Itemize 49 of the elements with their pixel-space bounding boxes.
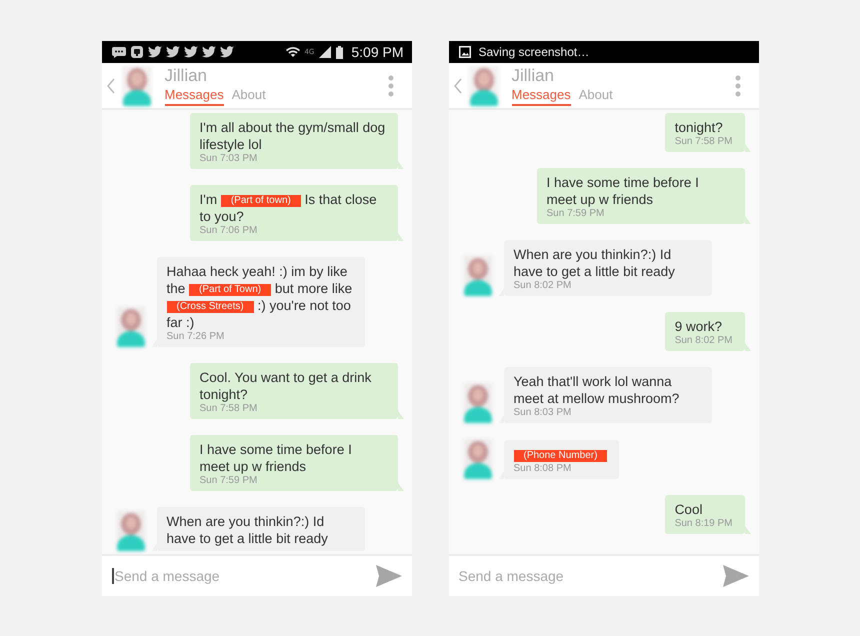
message-text: Cool bbox=[674, 501, 704, 518]
message-text: Yeah that'll work lol wanna meet at mellow mushroom? bbox=[514, 373, 680, 407]
battery-icon bbox=[336, 46, 344, 58]
clock-time: 5:09 PM bbox=[351, 44, 404, 60]
message-text: I have some time before I meet up w friends bbox=[546, 174, 700, 208]
image-icon bbox=[458, 46, 470, 58]
message-text: tonight? bbox=[674, 119, 724, 136]
message-text: Hahaa heck yeah! :) im by like the (Part of Town) but more like (Cross Streets) :) you're not too far :) bbox=[166, 263, 352, 331]
chat-icon bbox=[112, 46, 126, 58]
notification-text: Saving screenshot… bbox=[478, 45, 590, 59]
wifi-icon bbox=[286, 46, 300, 58]
bird-icon bbox=[184, 46, 198, 58]
back-icon[interactable] bbox=[106, 78, 114, 94]
message-time: Sun 8:02 PM bbox=[674, 335, 732, 347]
message-time: Sun 7:03 PM bbox=[200, 153, 258, 165]
message-time: Sun 7:06 PM bbox=[200, 225, 258, 237]
message-text: When are you thinkin?:) Id have to get a little bit ready bbox=[166, 513, 329, 547]
bird-icon bbox=[148, 46, 162, 58]
app-icon bbox=[130, 46, 144, 58]
message-time: Sun 7:59 PM bbox=[200, 475, 258, 487]
bird-icon bbox=[166, 46, 180, 58]
contact-name: Jillian bbox=[512, 65, 556, 87]
message-time: Sun 8:08 PM bbox=[514, 463, 572, 475]
message-text: 9 work? bbox=[674, 318, 723, 335]
message-time: Sun 8:02 PM bbox=[514, 280, 572, 292]
message-time: Sun 8:19 PM bbox=[674, 518, 732, 530]
message-time: Sun 7:58 PM bbox=[674, 136, 732, 148]
message-text: I have some time before I meet up w friends bbox=[200, 441, 353, 475]
more-menu-icon[interactable] bbox=[734, 74, 740, 96]
bird-icon bbox=[202, 46, 216, 58]
tab[interactable]: Messages bbox=[512, 87, 571, 106]
bird-icon bbox=[220, 46, 234, 58]
message-text: Cool. You want to get a drink tonight? bbox=[200, 369, 372, 403]
message-time: Sun 7:58 PM bbox=[200, 403, 258, 415]
message-time: Sun 8:03 PM bbox=[514, 407, 572, 419]
message-time: Sun 7:59 PM bbox=[546, 208, 606, 220]
message-text: When are you thinkin?:) Id have to get a little bit ready bbox=[514, 246, 676, 280]
send-icon[interactable] bbox=[376, 565, 402, 587]
send-icon[interactable] bbox=[722, 565, 748, 587]
message-text: I'm all about the gym/small dog lifestyle lol bbox=[200, 119, 386, 153]
signal-icon bbox=[318, 46, 332, 58]
tab[interactable]: About bbox=[578, 87, 613, 106]
more-menu-icon[interactable] bbox=[388, 74, 394, 96]
tab[interactable]: About bbox=[232, 87, 266, 106]
message-text: I'm (Part of town) Is that close to you? bbox=[200, 191, 378, 225]
tab[interactable]: Messages bbox=[164, 87, 224, 106]
back-icon[interactable] bbox=[454, 78, 462, 94]
message-time: Sun 7:26 PM bbox=[166, 331, 226, 343]
contact-name: Jillian bbox=[164, 65, 208, 87]
